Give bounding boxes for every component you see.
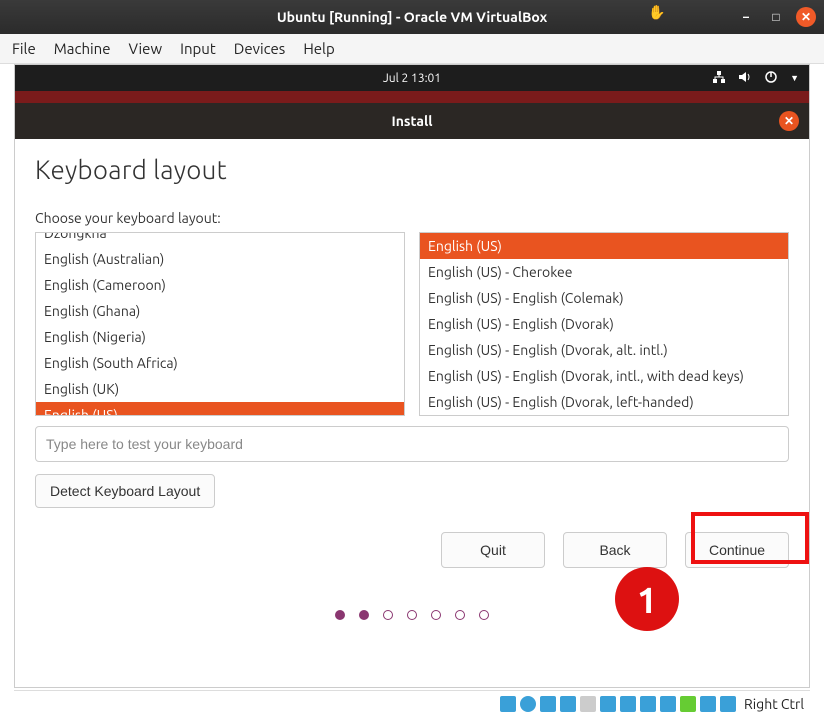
list-item[interactable]: English (US) - English (Colemak) — [420, 285, 788, 311]
list-item[interactable]: English (US) — [36, 402, 404, 416]
list-item[interactable]: English (US) - Cherokee — [420, 259, 788, 285]
list-item[interactable]: English (South Africa) — [36, 350, 404, 376]
progress-dot — [359, 610, 369, 620]
progress-dot — [455, 610, 465, 620]
vrde-icon[interactable] — [660, 696, 676, 712]
recording-icon[interactable] — [640, 696, 656, 712]
progress-dot — [335, 610, 345, 620]
progress-dot — [383, 610, 393, 620]
list-item[interactable]: English (US) — [420, 233, 788, 259]
list-item[interactable]: English (Cameroon) — [36, 272, 404, 298]
display-icon[interactable] — [620, 696, 636, 712]
progress-dot — [431, 610, 441, 620]
usb-icon[interactable] — [580, 696, 596, 712]
volume-icon[interactable] — [738, 70, 752, 87]
progress-dot — [407, 610, 417, 620]
keyboard-test-input[interactable] — [35, 426, 789, 462]
detect-keyboard-button[interactable]: Detect Keyboard Layout — [35, 474, 215, 508]
network-icon[interactable] — [712, 70, 726, 87]
progress-dot — [479, 610, 489, 620]
menu-file[interactable]: File — [12, 40, 36, 57]
guest-screen: Jul 2 13:01 ▼ Install ✕ Keyboard layout … — [14, 64, 810, 688]
list-item[interactable]: English (US) - English (Dvorak, alt. int… — [420, 337, 788, 363]
system-tray[interactable]: ▼ — [712, 70, 799, 87]
installer-body: Keyboard layout Choose your keyboard lay… — [15, 139, 809, 620]
list-item[interactable]: English (US) - English (Dvorak, right-ha… — [420, 415, 788, 416]
installer-titlebar: Install ✕ — [15, 103, 809, 139]
vbox-status-bar: Right Ctrl — [14, 690, 810, 716]
optical-icon[interactable] — [520, 696, 536, 712]
grab-icon: ✋ — [648, 4, 665, 21]
layout-family-list[interactable]: DzongkhaEnglish (Australian)English (Cam… — [35, 232, 405, 416]
menu-view[interactable]: View — [129, 40, 163, 57]
keyboard-capture-icon[interactable] — [720, 696, 736, 712]
quit-button[interactable]: Quit — [441, 532, 545, 568]
annotation-badge: 1 — [615, 567, 679, 631]
list-item[interactable]: English (US) - English (Dvorak, left-han… — [420, 389, 788, 415]
red-band — [15, 91, 809, 103]
list-item[interactable]: English (US) - English (Dvorak, intl., w… — [420, 363, 788, 389]
menu-help[interactable]: Help — [303, 40, 334, 57]
power-icon[interactable] — [764, 70, 778, 87]
list-item[interactable]: English (US) - English (Dvorak) — [420, 311, 788, 337]
vbox-window-controls: – □ ✕ — [736, 7, 816, 27]
clock[interactable]: Jul 2 13:01 — [383, 72, 441, 85]
cpu-icon[interactable] — [680, 696, 696, 712]
vbox-menubar: File Machine View Input Devices Help — [0, 34, 824, 64]
mouse-integration-icon[interactable] — [700, 696, 716, 712]
list-item[interactable]: English (Nigeria) — [36, 324, 404, 350]
layout-prompt: Choose your keyboard layout: — [35, 210, 789, 226]
vbox-titlebar: Ubuntu [Running] - Oracle VM VirtualBox … — [0, 0, 824, 34]
network-status-icon[interactable] — [560, 696, 576, 712]
menu-machine[interactable]: Machine — [54, 40, 111, 57]
nav-buttons: Quit Back Continue — [35, 532, 789, 568]
close-button[interactable]: ✕ — [796, 7, 816, 27]
minimize-button[interactable]: – — [736, 7, 756, 27]
layout-variant-list[interactable]: English (US)English (US) - CherokeeEngli… — [419, 232, 789, 416]
list-item[interactable]: Dzongkha — [36, 232, 404, 246]
list-item[interactable]: English (Australian) — [36, 246, 404, 272]
audio-icon[interactable] — [540, 696, 556, 712]
page-heading: Keyboard layout — [35, 155, 789, 184]
layout-lists: DzongkhaEnglish (Australian)English (Cam… — [35, 232, 789, 416]
back-button[interactable]: Back — [563, 532, 667, 568]
chevron-down-icon[interactable]: ▼ — [790, 73, 799, 83]
host-key-label: Right Ctrl — [744, 696, 804, 712]
maximize-button[interactable]: □ — [766, 7, 786, 27]
installer-title: Install — [392, 113, 433, 129]
continue-button[interactable]: Continue — [685, 532, 789, 568]
installer-close-icon[interactable]: ✕ — [779, 111, 799, 131]
vbox-window-title: Ubuntu [Running] - Oracle VM VirtualBox — [277, 9, 547, 25]
list-item[interactable]: English (UK) — [36, 376, 404, 402]
menu-input[interactable]: Input — [180, 40, 216, 57]
menu-devices[interactable]: Devices — [234, 40, 286, 57]
list-item[interactable]: English (Ghana) — [36, 298, 404, 324]
ubuntu-top-bar: Jul 2 13:01 ▼ — [15, 65, 809, 91]
shared-folder-icon[interactable] — [600, 696, 616, 712]
harddisk-icon[interactable] — [500, 696, 516, 712]
